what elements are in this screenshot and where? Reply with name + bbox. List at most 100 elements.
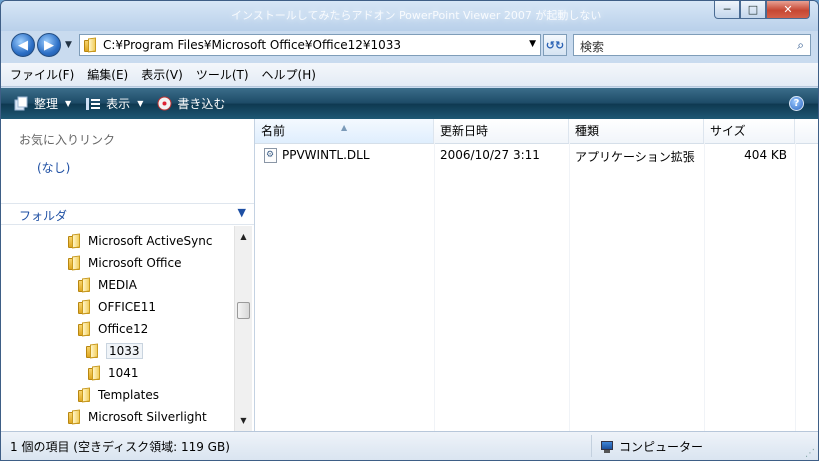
column-divider [569,143,570,431]
file-date: 2006/10/27 3:11 [440,148,540,162]
explorer-window: インストールしてみたらアドオン PowerPoint Viewer 2007 が… [0,0,819,461]
address-bar[interactable]: C:¥Program Files¥Microsoft Office¥Office… [79,34,541,56]
recent-pages-dropdown[interactable]: ▼ [65,40,72,50]
folder-icon [68,410,81,424]
column-size-label: サイズ [710,124,746,138]
burn-label: 書き込む [177,97,226,111]
column-date[interactable]: 更新日時 [434,119,569,143]
resize-grip-icon[interactable]: ⋰ [805,448,815,459]
tree-item[interactable]: Templates [78,384,159,406]
folder-icon [84,38,97,52]
tree-item-label: OFFICE11 [98,300,157,314]
maximize-button[interactable]: □ [740,1,766,19]
views-icon [86,97,101,110]
favorite-links-empty[interactable]: (なし) [37,159,70,176]
column-header: ▲ 名前 更新日時 種類 サイズ [255,119,818,144]
menu-edit[interactable]: 編集(E) [87,66,128,83]
organize-button[interactable]: 整理 ▼ [13,95,71,112]
favorite-links-title: お気に入りリンク [19,133,116,147]
folder-tree: Microsoft ActiveSync Microsoft Office ME… [1,226,234,431]
tree-item-label: 1033 [106,343,143,359]
file-name[interactable]: PPVWINTL.DLL [282,148,370,162]
sort-ascending-icon: ▲ [341,123,348,132]
menu-file[interactable]: ファイル(F) [10,66,74,83]
forward-button[interactable]: ▶ [37,33,61,57]
window-title: インストールしてみたらアドオン PowerPoint Viewer 2007 が… [231,9,602,22]
folder-icon [88,366,101,380]
dll-file-icon [264,148,277,163]
status-location: コンピューター [599,438,703,455]
column-size[interactable]: サイズ [704,119,795,143]
scroll-down-arrow-icon[interactable]: ▼ [235,412,252,429]
menu-help[interactable]: ヘルプ(H) [262,66,316,83]
column-divider [795,143,796,431]
folder-icon [78,388,91,402]
chevron-down-icon: ▼ [65,99,72,108]
views-label: 表示 [106,97,131,111]
organize-icon [14,96,28,110]
tree-item[interactable]: Office12 [78,318,148,340]
tree-item[interactable]: MEDIA [78,274,137,296]
status-separator [591,435,592,457]
menu-view[interactable]: 表示(V) [141,66,183,83]
minimize-button[interactable]: ─ [714,1,740,19]
tree-item-label: Microsoft ActiveSync [88,234,213,248]
search-placeholder: 検索 [580,40,605,54]
chevron-down-icon: ▼ [137,99,144,108]
tree-item-label: Microsoft Office [88,256,182,270]
column-name[interactable]: ▲ 名前 [255,119,434,143]
tree-item[interactable]: 1041 [88,362,139,384]
chevron-down-icon[interactable]: ▼ [529,39,536,49]
menu-bar: ファイル(F) 編集(E) 表示(V) ツール(T) ヘルプ(H) [1,63,818,87]
refresh-button[interactable]: ↺↻ [543,34,567,56]
computer-icon [599,440,615,454]
menu-tools[interactable]: ツール(T) [196,66,249,83]
folder-tree-scrollbar[interactable]: ▲ ▼ [234,226,252,431]
organize-label: 整理 [34,97,59,111]
folder-icon [78,300,91,314]
close-button[interactable]: ✕ [766,1,810,19]
column-type[interactable]: 種類 [569,119,704,143]
folder-icon [78,322,91,336]
tree-item-label: Office12 [98,322,149,336]
column-type-label: 種類 [575,124,600,138]
help-icon[interactable]: ? [789,96,804,111]
title-bar[interactable]: インストールしてみたらアドオン PowerPoint Viewer 2007 が… [1,1,818,31]
folder-icon [86,344,99,358]
folders-header[interactable]: フォルダ ▼ [1,203,254,225]
search-icon[interactable]: ⌕ [797,38,804,53]
status-text: 1 個の項目 (空きディスク領域: 119 GB) [10,440,230,454]
views-button[interactable]: 表示 ▼ [85,95,143,112]
status-location-label: コンピューター [619,440,704,454]
address-path[interactable]: C:¥Program Files¥Microsoft Office¥Office… [103,38,401,52]
address-row: ◀ ▶ ▼ C:¥Program Files¥Microsoft Office¥… [1,31,818,61]
tree-item-label: Templates [98,388,160,402]
chevron-down-icon[interactable]: ▼ [238,206,246,219]
burn-button[interactable]: 書き込む [157,95,225,112]
burn-icon [157,96,172,111]
scroll-thumb[interactable] [237,302,250,319]
tree-item[interactable]: Microsoft Silverlight [68,406,207,428]
back-button[interactable]: ◀ [11,33,35,57]
column-divider [434,143,435,431]
tree-item-label: MEDIA [98,278,137,292]
folders-title: フォルダ [19,209,68,223]
search-input[interactable]: 検索 ⌕ [573,34,811,56]
tree-item[interactable]: Microsoft ActiveSync [68,230,212,252]
command-bar: 整理 ▼ 表示 ▼ 書き込む ? [1,88,818,119]
folder-icon [68,234,81,248]
file-size: 404 KB [744,148,787,162]
file-list-pane: ▲ 名前 更新日時 種類 サイズ PPVWINTL.DLL 2006/10/27… [255,119,818,431]
tree-item-label: Microsoft Silverlight [88,410,207,424]
column-name-label: 名前 [261,124,286,138]
column-divider [704,143,705,431]
tree-item[interactable]: OFFICE11 [78,296,156,318]
caption-buttons: ─ □ ✕ [714,1,810,21]
navigation-pane: お気に入りリンク (なし) フォルダ ▼ Microsoft ActiveSyn… [1,119,255,431]
folder-icon [68,256,81,270]
tree-item[interactable]: Microsoft Office [68,252,181,274]
status-bar: 1 個の項目 (空きディスク領域: 119 GB) コンピューター ⋰ [1,431,818,460]
scroll-up-arrow-icon[interactable]: ▲ [235,228,252,245]
tree-item-selected[interactable]: 1033 [86,340,143,362]
file-row[interactable]: PPVWINTL.DLL 2006/10/27 3:11 アプリケーション拡張 … [255,145,818,167]
